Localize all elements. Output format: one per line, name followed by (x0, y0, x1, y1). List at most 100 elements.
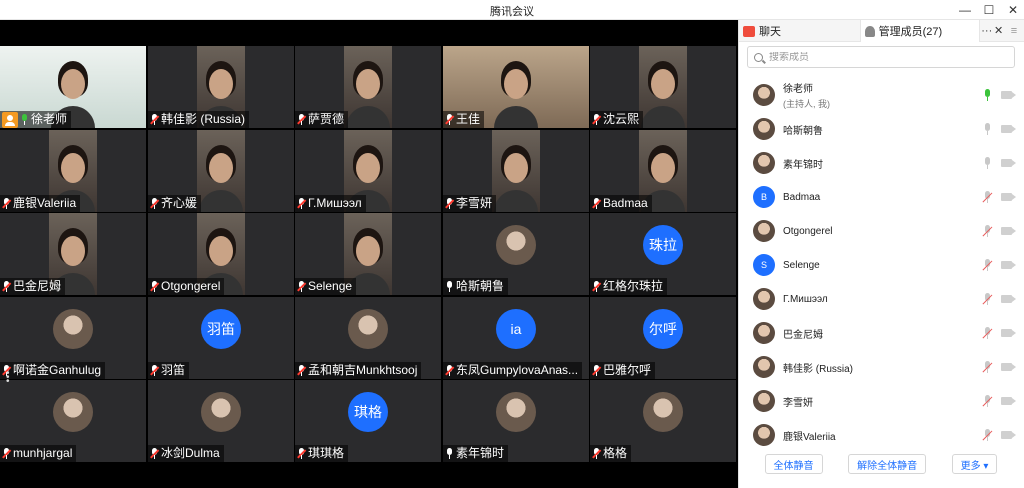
video-tile[interactable]: 羽笛 羽笛 (148, 297, 294, 379)
participant-name: 素年锦时 (456, 446, 505, 460)
video-tile[interactable]: 珠拉 红格尔珠拉 (590, 213, 736, 295)
panel-footer: 全体静音 解除全体静音 更多 ▾ (739, 454, 1023, 478)
video-tile[interactable]: ia 东凤GumpylovaAnas... (443, 297, 589, 379)
member-row[interactable]: 韩佳影 (Russia) (739, 350, 1023, 384)
mic-muted-icon[interactable] (982, 191, 993, 203)
video-tile[interactable]: 徐老师 (0, 46, 146, 128)
mic-muted-icon (592, 365, 601, 376)
mic-muted-icon[interactable] (982, 225, 993, 237)
drag-handle-icon[interactable]: • • • (6, 369, 10, 387)
video-tile[interactable]: 素年锦时 (443, 380, 589, 462)
mic-muted-icon[interactable] (982, 395, 993, 407)
participant-label: 鹿银Valeriia (0, 195, 81, 212)
camera-icon[interactable] (1001, 363, 1016, 371)
video-tile[interactable]: 冰剑Dulma (148, 380, 294, 462)
camera-icon[interactable] (1001, 91, 1016, 99)
tab-chat[interactable]: 聊天 (739, 20, 860, 42)
participant-label: 巴雅尔呼 (590, 362, 656, 379)
search-input[interactable] (769, 51, 989, 63)
video-tile[interactable]: 尔呼 巴雅尔呼 (590, 297, 736, 379)
camera-icon[interactable] (1001, 159, 1016, 167)
video-tile[interactable]: munhjargal (0, 380, 146, 462)
close-panel-button[interactable]: ✕ (993, 20, 1004, 41)
video-tile[interactable]: 孟和朝吉Munkhtsooj (295, 297, 441, 379)
member-row[interactable]: 李雪妍 (739, 384, 1023, 418)
video-tile[interactable]: Otgongerel (148, 213, 294, 295)
mic-muted-icon (2, 198, 11, 209)
camera-icon[interactable] (1001, 125, 1016, 133)
member-row[interactable]: 巴金尼姆 (739, 316, 1023, 350)
participant-name: 齐心媛 (161, 196, 198, 210)
participant-label: 哈斯朝鲁 (443, 278, 509, 295)
participant-name: 羽笛 (161, 363, 186, 377)
mic-icon[interactable] (983, 89, 992, 101)
video-tile[interactable]: Г.Мишээл (295, 130, 441, 212)
video-tile[interactable]: 萨贾德 (295, 46, 441, 128)
member-row[interactable]: Otgongerel (739, 214, 1023, 248)
mic-icon[interactable] (983, 123, 992, 135)
member-row[interactable]: B Badmaa (739, 180, 1023, 214)
more-options-button[interactable]: ··· (980, 20, 993, 41)
video-tile[interactable]: Badmaa (590, 130, 736, 212)
video-tile[interactable]: 哈斯朝鲁 (443, 213, 589, 295)
video-tile[interactable]: 王佳 (443, 46, 589, 128)
mic-muted-icon[interactable] (982, 259, 993, 271)
member-row[interactable]: 素年锦时 (739, 146, 1023, 180)
participant-name: 格格 (603, 446, 628, 460)
video-tile[interactable]: 李雪妍 (443, 130, 589, 212)
participant-video (639, 46, 687, 128)
maximize-button[interactable]: ☐ (978, 0, 1000, 20)
mic-icon[interactable] (983, 157, 992, 169)
mic-muted-icon (297, 198, 306, 209)
minimize-button[interactable]: — (954, 0, 976, 20)
camera-icon[interactable] (1001, 193, 1016, 201)
camera-icon[interactable] (1001, 227, 1016, 235)
member-name: 鹿银Valeriia (783, 431, 836, 443)
mute-all-button[interactable]: 全体静音 (764, 454, 823, 474)
member-name-block: 哈斯朝鲁 (783, 122, 823, 137)
participant-name: 啊诺金Ganhulug (13, 363, 102, 377)
mic-muted-icon (150, 365, 159, 376)
close-window-button[interactable]: ✕ (1002, 0, 1024, 20)
video-tile[interactable]: 啊诺金Ganhulug (0, 297, 146, 379)
tab-members[interactable]: 管理成员(27) (859, 20, 981, 42)
mic-muted-icon[interactable] (982, 327, 993, 339)
member-row[interactable]: S Selenge (739, 248, 1023, 282)
participant-label: Selenge (295, 278, 357, 295)
member-search[interactable] (747, 46, 1015, 68)
mic-muted-icon[interactable] (982, 429, 993, 441)
camera-icon[interactable] (1001, 329, 1016, 337)
participant-name: 萨贾德 (308, 112, 345, 126)
more-button[interactable]: 更多 ▾ (951, 454, 998, 474)
participant-label: Badmaa (590, 195, 652, 212)
member-avatar (753, 356, 775, 378)
member-row[interactable]: Г.Мишээл (739, 282, 1023, 316)
camera-icon[interactable] (1001, 261, 1016, 269)
mic-muted-icon[interactable] (982, 293, 993, 305)
member-row[interactable]: 哈斯朝鲁 (739, 112, 1023, 146)
camera-icon[interactable] (1001, 295, 1016, 303)
menu-icon[interactable]: ≡ (1004, 20, 1024, 41)
participant-avatar (53, 392, 93, 432)
video-tile[interactable]: 格格 (590, 380, 736, 462)
mic-muted-icon (445, 365, 454, 376)
member-list[interactable]: 徐老师 (主持人, 我) 哈斯朝鲁素年锦时 B Badmaa Otgongerel S Sel… (739, 78, 1023, 446)
member-row[interactable]: 鹿银Valeriia (739, 418, 1023, 446)
host-icon (2, 111, 18, 128)
participant-label: 齐心媛 (148, 195, 202, 212)
camera-icon[interactable] (1001, 397, 1016, 405)
camera-icon[interactable] (1001, 431, 1016, 439)
mic-muted-icon (150, 198, 159, 209)
video-tile[interactable]: 沈云熙 (590, 46, 736, 128)
video-tile[interactable]: 琪格 琪琪格 (295, 380, 441, 462)
unmute-all-button[interactable]: 解除全体静音 (848, 454, 927, 474)
video-tile[interactable]: 鹿银Valeriia (0, 130, 146, 212)
participant-label: 东凤GumpylovaAnas... (443, 362, 583, 379)
video-tile[interactable]: 齐心媛 (148, 130, 294, 212)
video-tile[interactable]: 韩佳影 (Russia) (148, 46, 294, 128)
video-tile[interactable]: 巴金尼姆 (0, 213, 146, 295)
member-row[interactable]: 徐老师 (主持人, 我) (739, 78, 1023, 112)
mic-muted-icon[interactable] (982, 361, 993, 373)
member-name-block: 李雪妍 (783, 394, 813, 409)
video-tile[interactable]: Selenge (295, 213, 441, 295)
